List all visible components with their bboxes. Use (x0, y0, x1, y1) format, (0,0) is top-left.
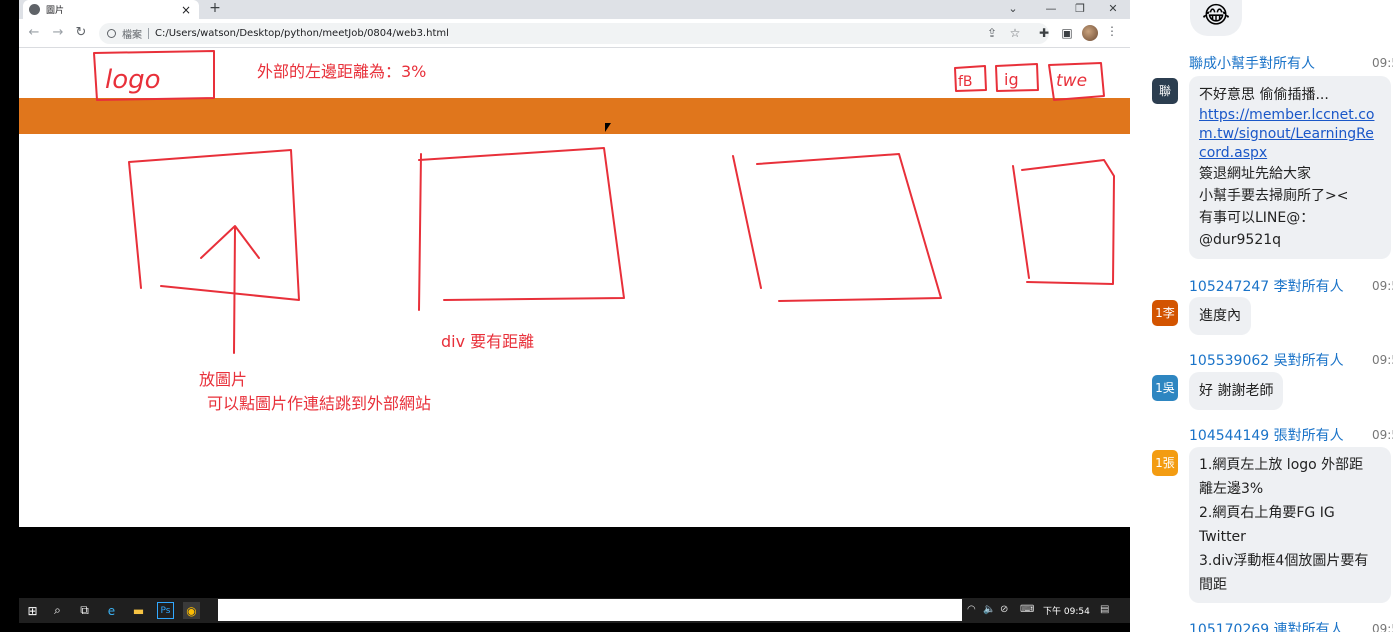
message-sender: 聯成小幫手對所有人 (1189, 56, 1315, 72)
message-text: 1.網頁左上放 logo 外部距 (1199, 457, 1364, 473)
forward-button[interactable]: → (49, 25, 67, 40)
chat-avatar: 1吳 (1152, 375, 1178, 401)
bottom-edge-strip (19, 623, 1130, 632)
message-bubble: 進度內 (1189, 297, 1251, 335)
taskbar-blank-panel (218, 599, 962, 621)
signout-link[interactable]: https://member.lccnet.com.tw/signout/Lea… (1199, 106, 1381, 163)
message-bubble: 好 謝謝老師 (1189, 372, 1284, 410)
image-link-note: 可以點圖片作連結跳到外部網站 (207, 394, 432, 413)
volume-icon[interactable]: 🔈 (983, 604, 995, 615)
screen: 圖片 × + ⌄ — ❐ ✕ ← → ↻ 檔案 C:/Users/watson/… (0, 0, 1393, 632)
profile-avatar[interactable] (1082, 25, 1098, 41)
message-time: 09:5 (1372, 56, 1393, 70)
message-text: 簽退網址先給大家 (1199, 166, 1311, 182)
message-text: 間距 (1199, 577, 1227, 593)
box-1-sketch (128, 149, 300, 301)
message-text: 3.div浮動框4個放圖片要有 (1199, 553, 1369, 569)
address-bar[interactable]: 檔案 C:/Users/watson/Desktop/python/meetJo… (99, 23, 1049, 44)
edge-icon[interactable]: e (103, 602, 120, 619)
message-text: 進度內 (1199, 308, 1241, 324)
url-text[interactable]: C:/Users/watson/Desktop/python/meetJob/0… (155, 28, 449, 39)
browser-toolbar: ← → ↻ 檔案 C:/Users/watson/Desktop/python/… (19, 19, 1130, 48)
message-time: 09:5 (1372, 428, 1393, 442)
box-2-sketch (418, 147, 625, 311)
file-explorer-icon[interactable]: ▬ (130, 602, 147, 619)
message-sender: 105539062 吳對所有人 (1189, 353, 1344, 369)
fb-sketch-text: fB (958, 74, 973, 90)
tab-title: 圖片 (46, 6, 65, 16)
tab-search-icon[interactable]: ⌄ (999, 0, 1027, 19)
ig-sketch-text: ig (1004, 70, 1019, 89)
message-sender: 105170269 連對所有人 (1189, 622, 1344, 632)
info-icon[interactable] (107, 29, 116, 38)
side-panel-icon[interactable]: ▣ (1059, 26, 1075, 40)
share-icon[interactable]: ⇪ (984, 26, 1000, 40)
message-text: 好 謝謝老師 (1199, 383, 1274, 399)
notification-off-icon[interactable]: ⊘ (1000, 604, 1008, 615)
browser-menu-icon[interactable]: ⋮ (1106, 24, 1118, 38)
new-tab-button[interactable]: + (207, 0, 223, 19)
emoji-message: 😂 (1190, 0, 1242, 36)
image-note: 放圖片 (199, 370, 248, 389)
extensions-icon[interactable]: ✚ (1036, 26, 1052, 40)
url-scheme: 檔案 (122, 30, 142, 41)
url-separator (148, 28, 149, 39)
message-text: Twitter (1199, 529, 1246, 545)
chrome-icon[interactable]: ◉ (183, 602, 200, 619)
message-text: 2.網頁右上角要FG IG (1199, 505, 1335, 521)
annotation-sketch: logo fB ig twe (93, 50, 1115, 354)
close-tab-icon[interactable]: × (179, 3, 193, 17)
task-view-icon[interactable]: ⧉ (76, 602, 93, 619)
taskbar: ⊞ ⌕ ⧉ e ▬ Ps ◉ ◠ 🔈 ⊘ ⌨ 下午 09:54 ▤ (19, 598, 1130, 623)
message-text: 不好意思 偷偷插播... (1199, 87, 1329, 103)
browser-window: 圖片 × + ⌄ — ❐ ✕ ← → ↻ 檔案 C:/Users/watson/… (19, 0, 1130, 598)
chat-avatar: 聯 (1152, 78, 1178, 104)
message-bubble: 不好意思 偷偷插播... https://member.lccnet.com.t… (1189, 76, 1391, 259)
clock[interactable]: 下午 09:54 (1043, 604, 1090, 617)
start-icon[interactable]: ⊞ (24, 602, 41, 619)
photoshop-icon[interactable]: Ps (157, 602, 174, 619)
tab-active[interactable]: 圖片 × (23, 0, 199, 19)
bookmark-star-icon[interactable]: ☆ (1007, 26, 1023, 40)
network-icon[interactable]: ◠ (967, 604, 976, 615)
close-window-button[interactable]: ✕ (1099, 0, 1127, 19)
search-icon[interactable]: ⌕ (49, 602, 66, 619)
message-text: 有事可以LINE@： (1199, 210, 1315, 226)
mouse-cursor-icon (605, 123, 611, 132)
box-3-sketch (732, 153, 942, 302)
div-spacing-note: div 要有距離 (441, 332, 535, 351)
keyboard-icon[interactable]: ⌨ (1020, 604, 1034, 615)
action-center-icon[interactable]: ▤ (1100, 604, 1109, 615)
margin-note: 外部的左邊距離為：3% (257, 62, 427, 81)
arrow-sketch (200, 225, 260, 354)
message-text: @dur9521q (1199, 232, 1282, 248)
message-time: 09:5 (1372, 279, 1393, 293)
chat-avatar: 1張 (1152, 450, 1178, 476)
message-text: 離左邊3% (1199, 481, 1264, 497)
chat-panel: 😂 聯成小幫手對所有人 09:5 聯 不好意思 偷偷插播... https://… (1130, 0, 1393, 632)
left-edge-strip (0, 0, 19, 632)
message-sender: 104544149 張對所有人 (1189, 428, 1344, 444)
page-content: logo fB ig twe 外部的左邊距離為：3% div 要有距離 放圖片 … (19, 48, 1130, 527)
minimize-button[interactable]: — (1037, 0, 1065, 19)
twitter-sketch-text: twe (1056, 71, 1087, 91)
box-4-sketch (1012, 159, 1115, 285)
restore-button[interactable]: ❐ (1066, 0, 1094, 19)
globe-icon (29, 4, 40, 15)
message-time: 09:5 (1372, 353, 1393, 367)
back-button[interactable]: ← (25, 25, 43, 40)
chat-avatar: 1李 (1152, 300, 1178, 326)
tab-bar: 圖片 × + ⌄ — ❐ ✕ (19, 0, 1130, 19)
message-text: 小幫手要去掃廁所了>< (1199, 188, 1349, 204)
reload-button[interactable]: ↻ (72, 25, 90, 40)
message-sender: 105247247 李對所有人 (1189, 279, 1344, 295)
message-bubble: 1.網頁左上放 logo 外部距 離左邊3% 2.網頁右上角要FG IG Twi… (1189, 447, 1391, 603)
message-time: 09:5 (1372, 622, 1393, 632)
logo-sketch-text: logo (105, 65, 161, 95)
